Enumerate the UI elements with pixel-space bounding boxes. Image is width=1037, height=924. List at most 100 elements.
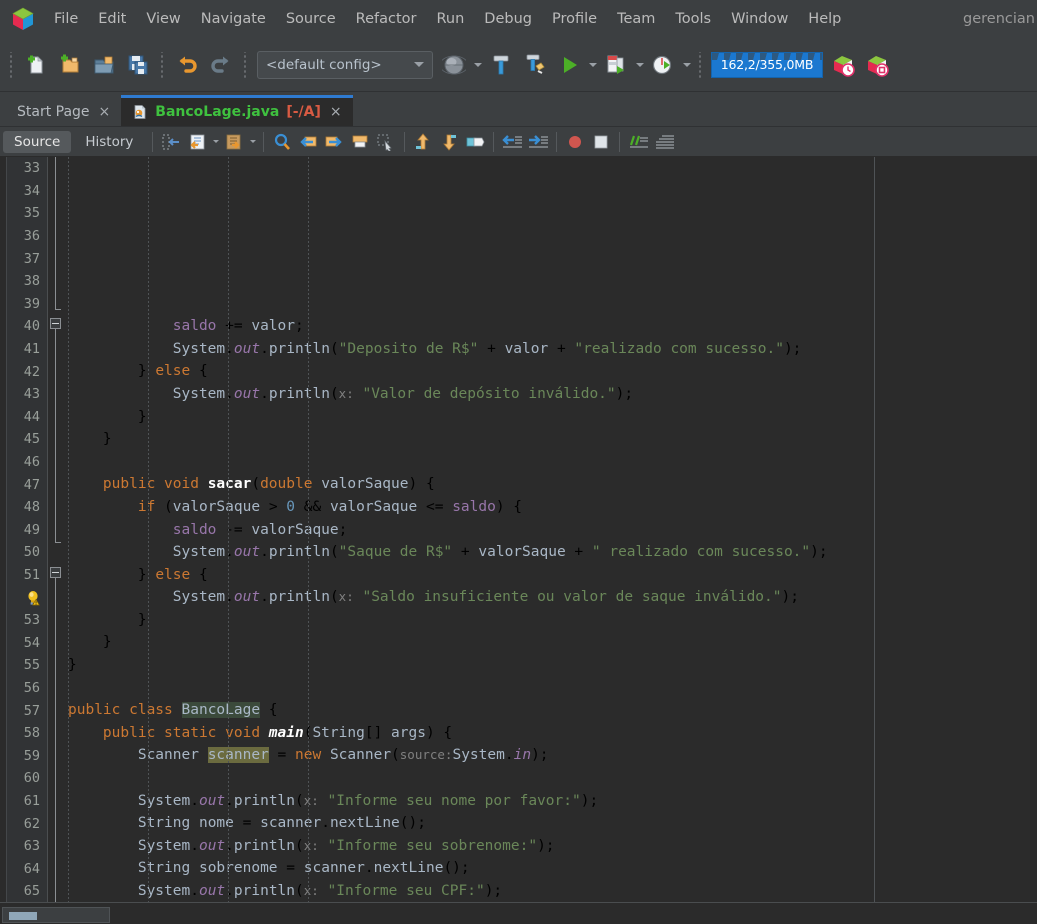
toolbar-drag-handle-3[interactable] [242,51,249,78]
menu-file[interactable]: File [44,7,88,31]
code-line-39[interactable] [68,451,1037,474]
line-number-34[interactable]: 34 [0,180,47,203]
comment-icon[interactable] [625,130,651,154]
code-line-47[interactable]: } [68,631,1037,654]
code-editor[interactable]: 33 34 35 36 37 38 39 40 41 42 43 44 45 46 47 48 49 50 51 53… [0,157,1037,903]
code-text-area[interactable]: saldo += valor; System.out.println("Depo… [64,157,1037,902]
profile-gauge-icon[interactable] [646,46,680,84]
debug-project-icon[interactable] [599,46,633,84]
line-number-64[interactable]: 64 [0,857,47,880]
globe-icon[interactable] [437,46,471,84]
line-number-49[interactable]: 49 [0,519,47,542]
target-book-icon[interactable] [860,46,894,84]
line-number-61[interactable]: 61 [0,790,47,813]
back-changes-dropdown-arrow[interactable] [210,130,221,154]
profile-dropdown-arrow[interactable] [680,46,693,84]
code-line-43[interactable]: System.out.println("Saque de R$" + valor… [68,541,1037,564]
debug-dropdown-arrow[interactable] [633,46,646,84]
uncomment-icon[interactable] [651,130,677,154]
run-play-icon[interactable] [552,46,586,84]
menu-debug[interactable]: Debug [474,7,542,31]
line-number-60[interactable]: 60 [0,767,47,790]
output-window-strip[interactable] [0,903,1037,923]
code-line-46[interactable]: } [68,609,1037,632]
menu-run[interactable]: Run [426,7,474,31]
line-number-37[interactable]: 37 [0,247,47,270]
fold-toggle-method-sacar[interactable] [50,318,61,329]
toggle-bookmark-icon[interactable] [347,130,373,154]
line-number-36[interactable]: 36 [0,225,47,248]
code-line-40[interactable]: public void sacar(double valorSaque) { [68,473,1037,496]
code-line-33[interactable]: saldo += valor; [68,315,1037,338]
code-line-57[interactable]: String sobrenome = scanner.nextLine(); [68,857,1037,880]
tab-source[interactable]: Source [3,130,72,153]
code-line-55[interactable]: String nome = scanner.nextLine(); [68,812,1037,835]
output-tab[interactable] [2,907,110,923]
line-number-42[interactable]: 42 [0,360,47,383]
menu-profile[interactable]: Profile [542,7,607,31]
stop-macro-recording-icon[interactable] [588,130,614,154]
code-line-45[interactable]: System.out.println(x: "Saldo insuficient… [68,586,1037,609]
line-number-46[interactable]: 46 [0,451,47,474]
menu-team[interactable]: Team [607,7,665,31]
forward-changes-dropdown-arrow[interactable] [247,130,258,154]
code-line-38[interactable]: } [68,428,1037,451]
select-in-projects-icon[interactable] [373,130,399,154]
line-number-63[interactable]: 63 [0,835,47,858]
code-line-41[interactable]: if (valorSaque > 0 && valorSaque <= sald… [68,496,1037,519]
tab-bancolage-java-close-icon[interactable]: × [328,104,344,120]
tab-start-page-close-icon[interactable]: × [97,104,113,120]
line-number-39[interactable]: 39 [0,293,47,316]
line-number-58[interactable]: 58 [0,722,47,745]
start-macro-recording-icon[interactable] [562,130,588,154]
fold-toggle-main[interactable] [50,567,61,578]
line-number-47[interactable]: 47 [0,473,47,496]
project-configuration-select[interactable]: <default config> [257,50,433,79]
line-number-44[interactable]: 44 [0,406,47,429]
line-number-50[interactable]: 50 [0,541,47,564]
save-all-icon[interactable] [121,46,155,84]
open-project-icon[interactable] [87,46,121,84]
menu-tools[interactable]: Tools [665,7,721,31]
line-number-45[interactable]: 45 [0,428,47,451]
toolbar-drag-handle[interactable] [8,51,15,78]
next-error-icon[interactable] [436,130,462,154]
menu-window[interactable]: Window [721,7,798,31]
toolbar-drag-handle-2[interactable] [159,51,166,78]
code-line-42[interactable]: saldo -= valorSaque; [68,519,1037,542]
previous-error-icon[interactable] [410,130,436,154]
menu-view[interactable]: View [136,7,190,31]
menu-source[interactable]: Source [276,7,346,31]
tab-history[interactable]: History [74,131,144,153]
last-edit-icon[interactable] [158,130,184,154]
menu-refactor[interactable]: Refactor [346,7,427,31]
line-number-56[interactable]: 56 [0,677,47,700]
line-number-48[interactable]: 48 [0,496,47,519]
line-number-57[interactable]: 57 [0,699,47,722]
tab-start-page[interactable]: Start Page × [6,95,122,126]
line-number-62[interactable]: 62 [0,812,47,835]
line-number-55[interactable]: 55 [0,654,47,677]
run-dropdown-arrow[interactable] [586,46,599,84]
local-history-icon[interactable] [826,46,860,84]
back-changes-icon[interactable] [184,130,210,154]
code-line-51[interactable]: public static void main(String[] args) { [68,722,1037,745]
code-line-54[interactable]: System.out.println(x: "Informe seu nome … [68,790,1037,813]
shift-line-left-icon[interactable] [499,130,525,154]
menu-edit[interactable]: Edit [88,7,136,31]
code-line-44[interactable]: } else { [68,564,1037,587]
build-hammer-icon[interactable] [484,46,518,84]
line-number-53[interactable]: 53 [0,609,47,632]
globe-dropdown-arrow[interactable] [471,46,484,84]
code-line-35[interactable]: } else { [68,360,1037,383]
code-line-36[interactable]: System.out.println(x: "Valor de depósito… [68,383,1037,406]
line-number-38[interactable]: 38 [0,270,47,293]
line-number-54[interactable]: 54 [0,631,47,654]
forward-changes-icon[interactable] [221,130,247,154]
code-line-56[interactable]: System.out.println(x: "Informe seu sobre… [68,835,1037,858]
code-fold-column[interactable] [48,157,64,902]
menu-navigate[interactable]: Navigate [191,7,276,31]
line-number-33[interactable]: 33 [0,157,47,180]
code-line-52[interactable]: Scanner scanner = new Scanner(source:Sys… [68,744,1037,767]
menu-help[interactable]: Help [798,7,851,31]
